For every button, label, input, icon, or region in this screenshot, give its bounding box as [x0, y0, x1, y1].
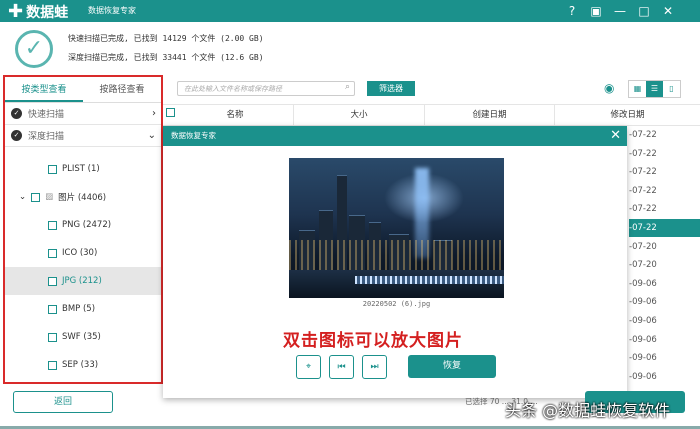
tree-item-label: SWF (35)	[62, 332, 101, 342]
table-row-modified-date[interactable]: -07-22	[629, 200, 700, 218]
tree-item-ico[interactable]: ICO (30)	[5, 239, 161, 267]
app-subtitle: 数据恢复专家	[88, 6, 136, 15]
table-row-modified-date[interactable]: -09-06	[629, 349, 700, 367]
col-name[interactable]: 名称	[177, 105, 294, 125]
table-row-modified-date[interactable]: -09-06	[629, 331, 700, 349]
close-icon[interactable]: ✕	[660, 3, 676, 19]
quick-scan-result: 快速扫描已完成, 已找到 14129 个文件 (2.00 GB)	[68, 34, 264, 43]
grid-view-icon[interactable]: ▦	[629, 81, 646, 97]
tree-item-label: ICO (30)	[62, 248, 98, 258]
quick-scan-node[interactable]: ✓ 快速扫描 ›	[5, 103, 161, 125]
recover-button[interactable]: 恢复	[408, 355, 496, 378]
back-button[interactable]: 返回	[13, 391, 113, 413]
dialog-title-bar: 数据恢复专家 ✕	[163, 126, 627, 146]
file-type-panel: 按类型查看 按路径查看 ✓ 快速扫描 › ✓ 深度扫描 ⌄ PLIST (1) ⌄ ▨ 图片…	[3, 75, 163, 384]
table-row-modified-date[interactable]: -07-22	[629, 145, 700, 163]
image-icon: ▨	[45, 192, 54, 202]
next-icon[interactable]: ⏭	[362, 355, 387, 379]
checkbox[interactable]	[48, 276, 57, 286]
dialog-title: 数据恢复专家	[171, 131, 216, 140]
tree-item-jpg[interactable]: JPG (212)	[5, 267, 161, 295]
deep-scan-label: 深度扫描	[28, 132, 65, 142]
tree-item-sep[interactable]: SEP (33)	[5, 351, 161, 379]
chevron-down-icon[interactable]: ⌄	[19, 192, 26, 202]
tree-item-label: PLIST (1)	[62, 164, 100, 174]
tree-item-label: BMP (5)	[62, 304, 96, 314]
zoom-hint: 双击图标可以放大图片	[283, 331, 463, 351]
title-bar: ✚ 数据蛙 数据恢复专家 ? ▣ — □ ✕	[0, 0, 700, 22]
filter-button[interactable]: 筛选器	[367, 81, 415, 96]
table-row-modified-date[interactable]: -07-20	[629, 238, 700, 256]
tab-by-path[interactable]: 按路径查看	[83, 77, 161, 102]
chevron-down-icon[interactable]: ⌄	[148, 130, 156, 141]
preview-filename: 20220502 (6).jpg	[362, 300, 431, 308]
checkbox[interactable]	[48, 332, 57, 342]
deep-scan-result: 深度扫描已完成, 已找到 33441 个文件 (12.6 GB)	[68, 53, 264, 62]
checkbox[interactable]	[48, 248, 57, 258]
search-placeholder: 在此处输入文件名称或保存路径	[184, 85, 282, 93]
tree-item-label: 图片 (4406)	[58, 193, 107, 203]
check-icon: ✓	[11, 108, 22, 119]
view-switcher: ▦ ☰ ▯	[628, 80, 681, 98]
help-icon[interactable]: ?	[564, 3, 580, 19]
select-all-checkbox[interactable]	[163, 105, 177, 125]
tree-item-bmp[interactable]: BMP (5)	[5, 295, 161, 323]
table-row-modified-date[interactable]: -09-06	[629, 368, 700, 386]
col-size[interactable]: 大小	[294, 105, 425, 125]
detail-view-icon[interactable]: ▯	[663, 81, 680, 97]
col-created[interactable]: 创建日期	[425, 105, 555, 125]
minimize-icon[interactable]: —	[612, 3, 628, 19]
tab-by-type[interactable]: 按类型查看	[5, 77, 83, 102]
check-circle-icon: ✓	[15, 30, 53, 68]
col-modified[interactable]: 修改日期	[555, 105, 700, 125]
close-icon[interactable]: ✕	[610, 126, 621, 146]
tree-item-swf[interactable]: SWF (35)	[5, 323, 161, 351]
maximize-icon[interactable]: □	[636, 3, 652, 19]
search-icon[interactable]: ⌕	[345, 82, 350, 92]
table-row-modified-date[interactable]: -07-22	[629, 219, 700, 237]
tree-item-images[interactable]: ⌄ ▨ 图片 (4406)	[5, 183, 161, 211]
tree-item-label: PNG (2472)	[62, 220, 112, 230]
table-row-modified-date[interactable]: -09-06	[629, 312, 700, 330]
eye-icon[interactable]: ◉	[604, 81, 614, 95]
app-logo: ✚ 数据蛙	[8, 2, 68, 22]
table-row-modified-date[interactable]: -07-22	[629, 182, 700, 200]
search-input[interactable]: 在此处输入文件名称或保存路径 ⌕	[177, 81, 355, 96]
logo-text: 数据蛙	[26, 5, 69, 21]
save-icon[interactable]: ▣	[588, 3, 604, 19]
scan-summary: ✓ 快速扫描已完成, 已找到 14129 个文件 (2.00 GB) 深度扫描已…	[0, 22, 700, 75]
watermark: 头条 @数据蛙恢复软件	[505, 401, 671, 420]
previous-icon[interactable]: ⏮	[329, 355, 354, 379]
fit-icon[interactable]: ⌖	[296, 355, 321, 379]
list-view-icon[interactable]: ☰	[646, 81, 663, 97]
checkbox[interactable]	[48, 220, 57, 230]
tree-item-label: JPG (212)	[62, 276, 102, 286]
checkbox[interactable]	[48, 360, 57, 370]
check-icon: ✓	[11, 130, 22, 141]
preview-image[interactable]	[289, 158, 504, 298]
quick-scan-label: 快速扫描	[28, 110, 65, 120]
checkbox[interactable]	[48, 304, 57, 314]
logo-icon: ✚	[8, 1, 24, 22]
tree-item-png[interactable]: PNG (2472)	[5, 211, 161, 239]
table-row-modified-date[interactable]: -09-06	[629, 293, 700, 311]
checkbox[interactable]	[31, 192, 41, 202]
chevron-right-icon[interactable]: ›	[152, 108, 156, 119]
deep-scan-node[interactable]: ✓ 深度扫描 ⌄	[5, 125, 161, 147]
table-row-modified-date[interactable]: -09-06	[629, 275, 700, 293]
tree-item-plist[interactable]: PLIST (1)	[5, 155, 161, 183]
preview-dialog: 数据恢复专家 ✕ 20220502 (6).jpg 双击图标可以放大图片 ⌖ ⏮ …	[163, 126, 627, 398]
table-header: 名称 大小 创建日期 修改日期	[163, 104, 700, 126]
table-row-modified-date[interactable]: -07-22	[629, 163, 700, 181]
table-row-modified-date[interactable]: -07-20	[629, 256, 700, 274]
table-row-modified-date[interactable]: -07-22	[629, 126, 700, 144]
checkbox[interactable]	[48, 164, 57, 174]
tree-item-label: SEP (33)	[62, 360, 99, 370]
